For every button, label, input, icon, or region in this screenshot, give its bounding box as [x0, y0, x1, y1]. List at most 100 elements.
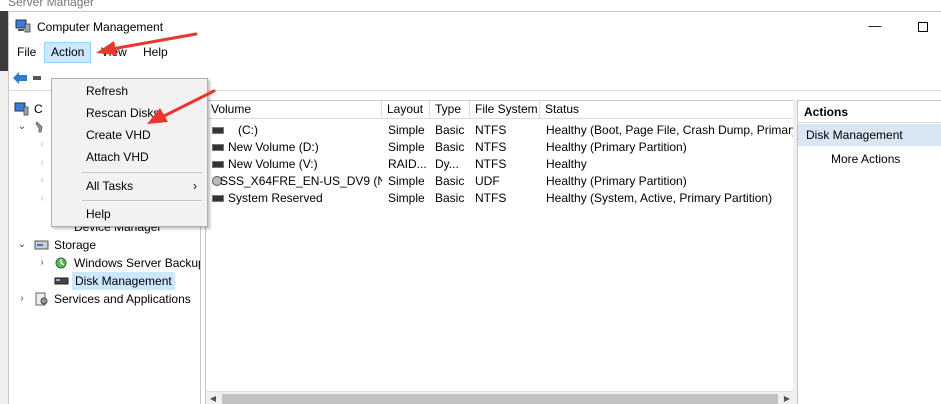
cell-file-system: UDF	[475, 174, 500, 188]
menu-item-help[interactable]: Help	[52, 203, 207, 225]
cell-type: Basic	[435, 123, 465, 137]
menu-separator	[82, 172, 202, 173]
backup-icon	[55, 257, 67, 269]
tree-item-label: Disk Management	[72, 272, 175, 290]
computer-icon	[14, 102, 29, 116]
chevron-right-icon[interactable]: ›	[36, 254, 48, 272]
cell-layout: Simple	[388, 123, 425, 137]
cell-file-system: NTFS	[475, 157, 507, 171]
more-actions-link[interactable]: More Actions	[831, 150, 900, 168]
cell-file-system: NTFS	[475, 123, 507, 137]
scroll-right-icon[interactable]: ▶	[780, 392, 794, 404]
maximize-button[interactable]	[909, 16, 937, 36]
drive-icon	[212, 195, 224, 202]
cell-layout: Simple	[388, 140, 425, 154]
disk-management-icon	[54, 277, 69, 285]
horizontal-scrollbar[interactable]: ◀ ▶	[206, 391, 794, 404]
tools-icon	[35, 121, 43, 133]
cell-type: Basic	[435, 191, 465, 205]
actions-title: Actions	[798, 101, 941, 123]
cell-volume: System Reserved	[228, 191, 323, 205]
tree-item-disk-management[interactable]: Disk Management	[9, 272, 199, 290]
chevron-right-icon[interactable]: ›	[16, 290, 28, 308]
cell-status: Healthy (Primary Partition)	[546, 140, 687, 154]
table-row[interactable]: (C:) Simple Basic NTFS Healthy (Boot, Pa…	[206, 122, 794, 139]
tree-item-windows-server-backup[interactable]: › Windows Server Backup	[9, 254, 201, 272]
cell-file-system: NTFS	[475, 191, 507, 205]
cell-type: Basic	[435, 174, 465, 188]
table-row[interactable]: New Volume (D:) Simple Basic NTFS Health…	[206, 139, 794, 156]
chevron-down-icon[interactable]: ⌄	[16, 118, 28, 136]
menu-item-label: All Tasks	[86, 179, 134, 193]
table-row[interactable]: New Volume (V:) RAID... Dy... NTFS Healt…	[206, 156, 794, 173]
chevron-down-icon[interactable]: ⌄	[16, 236, 28, 254]
drive-icon	[212, 127, 224, 134]
cell-volume: New Volume (V:)	[228, 157, 318, 171]
tree-item-label: Windows Server Backup	[74, 256, 201, 270]
scroll-left-icon[interactable]: ◀	[206, 392, 220, 404]
chevron-right-icon[interactable]: ›	[36, 190, 48, 208]
menu-item-attach-vhd[interactable]: Attach VHD	[52, 146, 207, 168]
menu-item-rescan-disks[interactable]: Rescan Disks	[52, 102, 207, 124]
menu-item-all-tasks[interactable]: All Tasks ›	[52, 175, 207, 197]
minimize-icon: —	[868, 18, 882, 33]
column-header-volume[interactable]: Volume	[206, 101, 382, 119]
tree-item-label: C	[34, 102, 43, 116]
chevron-right-icon[interactable]: ›	[36, 136, 48, 154]
cell-type: Basic	[435, 140, 465, 154]
column-header-type[interactable]: Type	[430, 101, 470, 119]
action-dropdown-menu: Refresh Rescan Disks Create VHD Attach V…	[51, 78, 208, 227]
computer-management-window: Computer Management — File Action View H…	[8, 11, 941, 404]
back-arrow-icon[interactable]	[12, 71, 28, 85]
menu-item-refresh[interactable]: Refresh	[52, 80, 207, 102]
background-window-title: Server Manager	[8, 0, 95, 9]
scrollbar-thumb[interactable]	[222, 394, 778, 404]
column-header-layout[interactable]: Layout	[382, 101, 430, 119]
cell-volume: (C:)	[238, 123, 258, 137]
table-row[interactable]: System Reserved Simple Basic NTFS Health…	[206, 190, 794, 207]
cell-status: Healthy (System, Active, Primary Partiti…	[546, 191, 773, 205]
background-window-edge	[0, 11, 8, 71]
background-window-titlebar: Server Manager	[0, 0, 941, 11]
table-row[interactable]: SSS_X64FRE_EN-US_DV9 (N:) Simple Basic U…	[206, 173, 794, 190]
tree-item-label: Storage	[54, 238, 97, 252]
actions-group-disk-management[interactable]: Disk Management	[798, 124, 941, 146]
actions-pane: Actions Disk Management More Actions	[797, 100, 941, 404]
cell-status: Healthy (Primary Partition)	[546, 174, 687, 188]
menu-item-create-vhd[interactable]: Create VHD	[52, 124, 207, 146]
menu-bar: File Action View Help	[9, 42, 941, 63]
menu-action[interactable]: Action	[44, 42, 92, 63]
cell-volume: SSS_X64FRE_EN-US_DV9 (N:)	[220, 174, 382, 188]
storage-icon	[34, 240, 49, 250]
tree-item-label: Services and Applications	[54, 292, 191, 306]
chevron-right-icon[interactable]: ›	[36, 154, 48, 172]
minimize-button[interactable]: —	[861, 16, 889, 36]
title-bar: Computer Management —	[9, 12, 941, 42]
column-header-file-system[interactable]: File System	[470, 101, 540, 119]
column-header-status[interactable]: Status	[540, 101, 794, 119]
tree-item-storage[interactable]: ⌄ Storage	[9, 236, 199, 254]
cell-type: Dy...	[435, 157, 459, 171]
forward-arrow-icon[interactable]	[33, 76, 41, 80]
cell-file-system: NTFS	[475, 140, 507, 154]
cell-status: Healthy	[546, 157, 587, 171]
computer-management-icon	[15, 19, 31, 33]
menu-view[interactable]: View	[95, 42, 133, 63]
drive-icon	[212, 161, 224, 168]
cell-volume: New Volume (D:)	[228, 140, 319, 154]
chevron-right-icon: ›	[193, 179, 197, 193]
services-icon	[35, 292, 48, 306]
cell-layout: Simple	[388, 174, 425, 188]
tree-item-services-and-applications[interactable]: › Services and Applications	[9, 290, 199, 308]
menu-help[interactable]: Help	[137, 42, 174, 63]
volume-list: Volume Layout Type File System Status (C…	[205, 100, 794, 404]
cell-status: Healthy (Boot, Page File, Crash Dump, Pr…	[546, 123, 794, 137]
menu-separator	[82, 200, 202, 201]
cell-layout: Simple	[388, 191, 425, 205]
window-title: Computer Management	[37, 20, 164, 34]
drive-icon	[212, 144, 224, 151]
menu-file[interactable]: File	[11, 42, 42, 63]
maximize-icon	[918, 21, 928, 32]
chevron-right-icon[interactable]: ›	[36, 172, 48, 190]
cell-layout: RAID...	[388, 157, 427, 171]
